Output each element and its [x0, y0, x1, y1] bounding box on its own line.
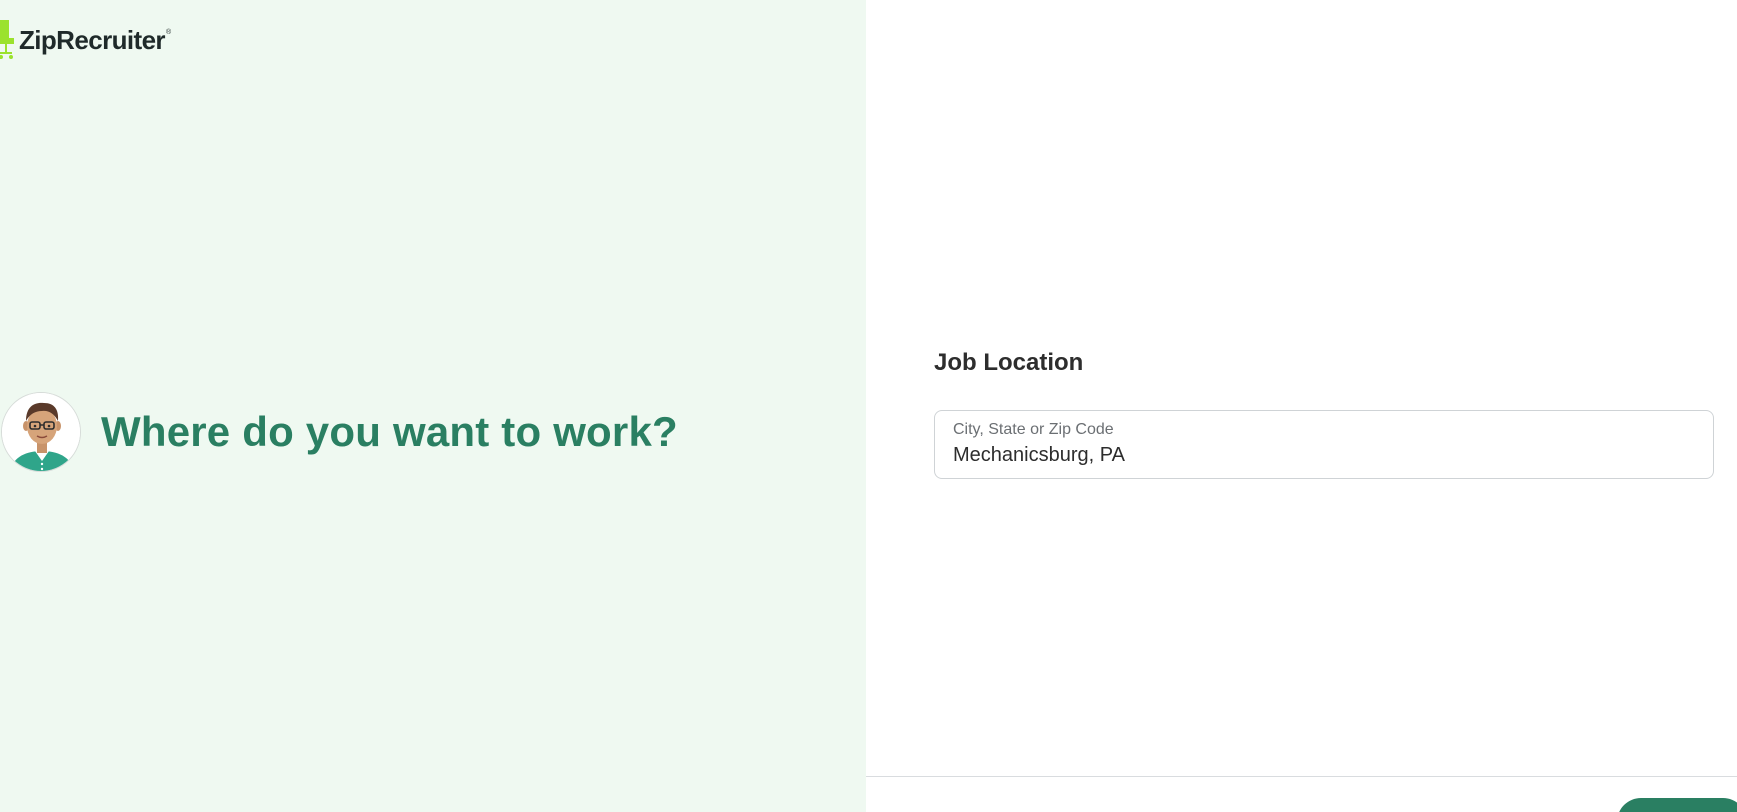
- location-input[interactable]: [953, 443, 1695, 467]
- page-heading: Where do you want to work?: [101, 408, 678, 455]
- next-button[interactable]: [1617, 798, 1737, 812]
- person-avatar-icon: [1, 392, 81, 472]
- brand-logo[interactable]: ZipRecruiter ®: [0, 20, 171, 60]
- left-panel: ZipRecruiter ® Where do you want to work…: [0, 0, 866, 812]
- registered-mark: ®: [165, 29, 172, 36]
- footer-divider: [866, 776, 1737, 777]
- location-field-label: City, State or Zip Code: [953, 421, 1114, 438]
- right-panel: Job Location City, State or Zip Code: [866, 0, 1737, 812]
- hero: Where do you want to work?: [1, 392, 678, 472]
- chair-logo-icon: [0, 20, 14, 60]
- section-title: Job Location: [934, 349, 1084, 376]
- location-field[interactable]: City, State or Zip Code: [934, 410, 1714, 479]
- page: ZipRecruiter ® Where do you want to work…: [0, 0, 1737, 812]
- brand-name: ZipRecruiter: [19, 25, 166, 55]
